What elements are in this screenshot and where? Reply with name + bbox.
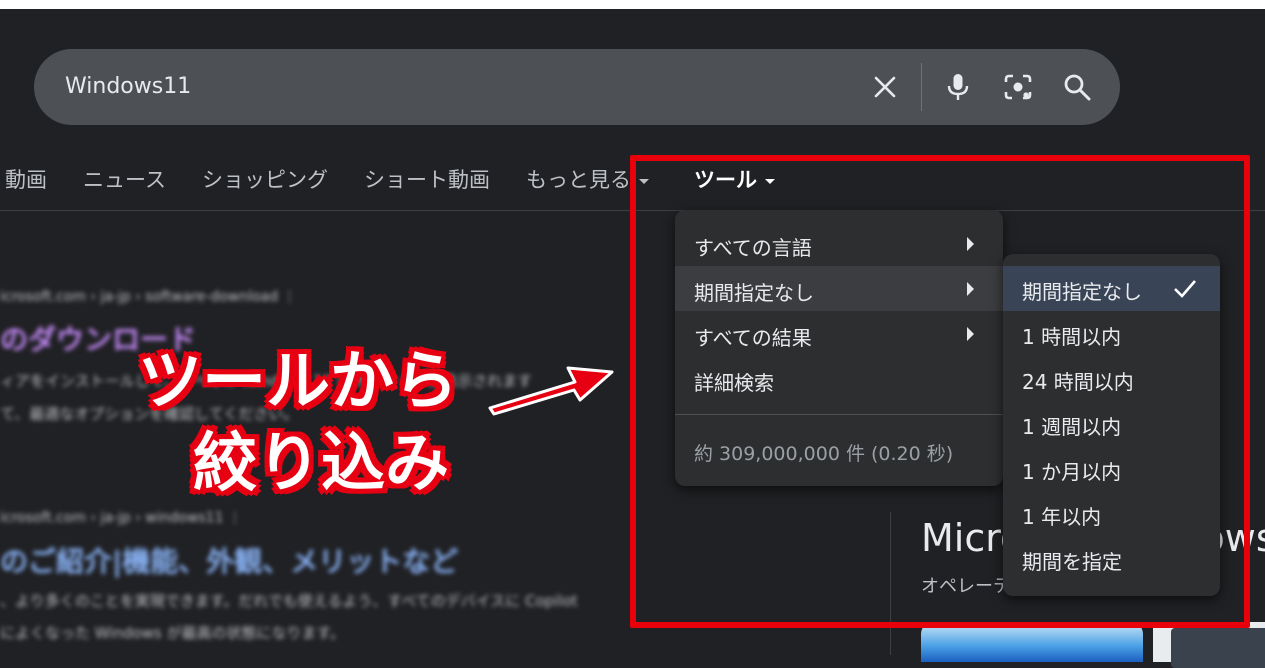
close-icon[interactable] [868, 70, 902, 104]
search-bar[interactable]: Windows11 [34, 49, 1120, 125]
result-snippet: によくなった Windows が最高の状態になります。 [0, 624, 345, 642]
tab-shopping[interactable]: ショッピング [202, 164, 328, 194]
result-snippet: 、より多くのことを実現できます。だれでも使えるよう、すべてのデバイスに Copi… [0, 592, 578, 610]
annotation-line-1: ツールから [138, 345, 458, 419]
tab-videos[interactable]: 動画 [5, 164, 47, 194]
lens-icon[interactable] [1001, 70, 1035, 104]
laptop-image [1171, 628, 1265, 668]
knowledge-panel-image[interactable] [1153, 622, 1265, 668]
tab-short-videos[interactable]: ショート動画 [364, 164, 490, 194]
result-url: icrosoft.com › ja-jp › software-download… [0, 289, 297, 305]
result-title[interactable]: のご紹介|機能、外観、メリットなど [0, 540, 458, 580]
top-border [0, 0, 1265, 9]
tab-news[interactable]: ニュース [83, 164, 166, 194]
search-divider [921, 63, 922, 111]
search-input[interactable]: Windows11 [65, 74, 191, 99]
knowledge-panel-image[interactable] [921, 622, 1143, 662]
tab-more-label: もっと見る [526, 168, 631, 192]
annotation-line-2: 絞り込み [193, 427, 449, 501]
search-icon[interactable] [1060, 70, 1094, 104]
mic-icon[interactable] [941, 70, 975, 104]
highlight-box [630, 155, 1250, 628]
result-url: icrosoft.com › ja-jp › windows11 ⋮ [0, 510, 242, 526]
